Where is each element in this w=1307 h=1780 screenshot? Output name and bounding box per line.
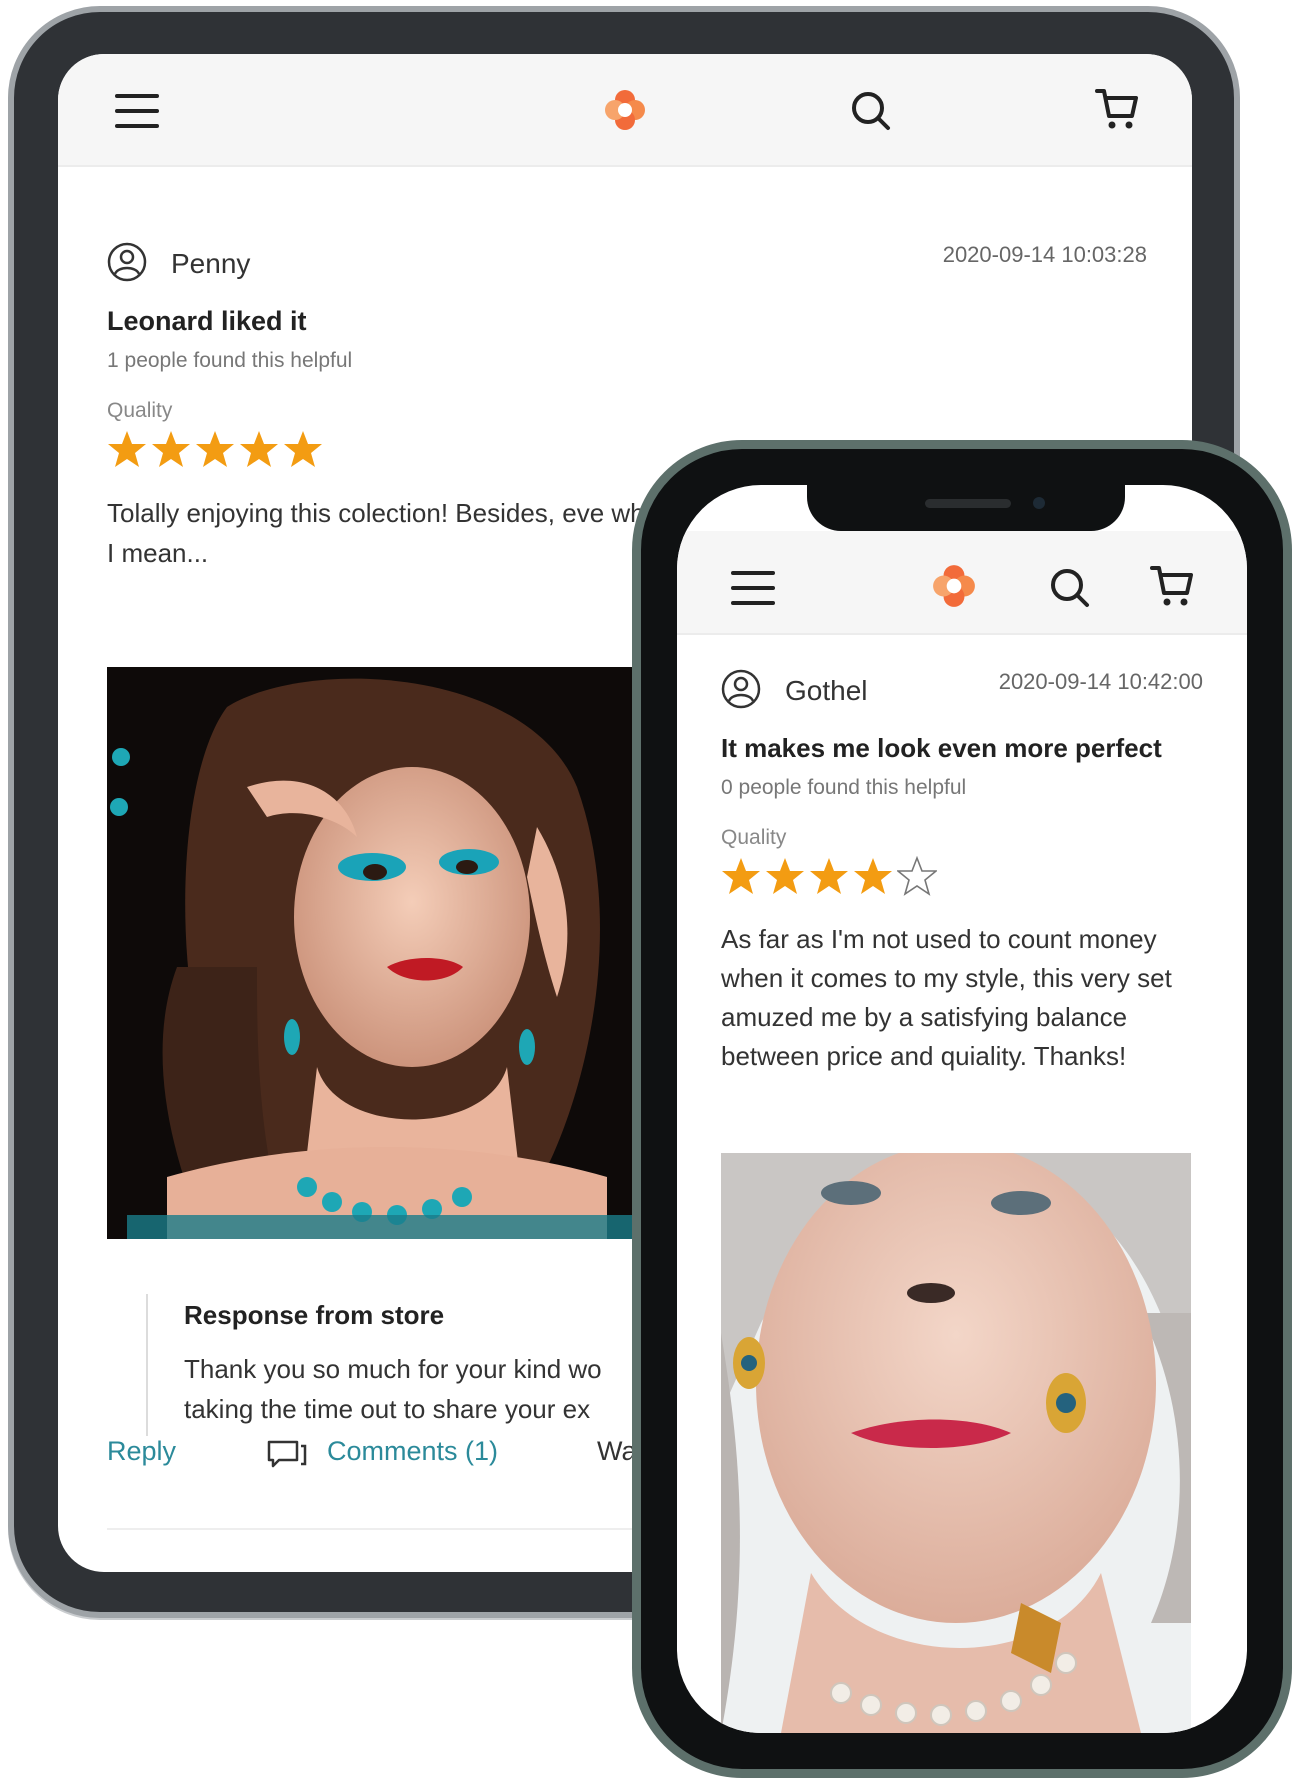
review-body: Tolally enjoying this colection! Besides…: [107, 498, 667, 568]
helpful-count: 0 people found this helpful: [721, 776, 967, 799]
star-filled-icon: [284, 431, 322, 467]
star-filled-icon: [854, 858, 892, 894]
review-date: 2020-09-14 10:42:00: [998, 669, 1203, 694]
star-filled-icon: [152, 431, 190, 467]
comments-link[interactable]: Comments (1): [327, 1436, 498, 1467]
flower-logo-icon[interactable]: [603, 88, 647, 136]
search-icon[interactable]: [1049, 567, 1091, 613]
review-photo[interactable]: [721, 1153, 1191, 1733]
hamburger-icon[interactable]: [115, 94, 159, 128]
review-date: 2020-09-14 10:03:28: [942, 242, 1147, 267]
quality-label: Quality: [107, 399, 173, 422]
star-filled-icon: [196, 431, 234, 467]
phone-header: [677, 531, 1247, 635]
reply-link[interactable]: Reply: [107, 1436, 176, 1467]
cart-icon[interactable]: [1094, 86, 1140, 136]
front-camera: [1033, 497, 1045, 509]
review-title: Leonard liked it: [107, 306, 307, 336]
star-filled-icon: [766, 858, 804, 894]
response-title: Response from store: [184, 1300, 445, 1330]
hamburger-icon[interactable]: [731, 571, 775, 605]
star-filled-icon: [810, 858, 848, 894]
search-icon[interactable]: [850, 90, 892, 136]
star-filled-icon: [108, 431, 146, 467]
phone-device: Gothel 2020-09-14 10:42:00 It makes me l…: [632, 440, 1292, 1778]
tablet-header: [58, 54, 1192, 167]
user-avatar-icon: [721, 669, 761, 713]
star-rating: [721, 856, 1203, 896]
star-filled-icon: [722, 858, 760, 894]
comments-icon[interactable]: [265, 1436, 309, 1476]
quality-label: Quality: [721, 826, 787, 849]
phone-notch: [807, 485, 1125, 531]
review-user-row: Gothel 2020-09-14 10:42:00: [721, 669, 1203, 715]
helpful-count: 1 people found this helpful: [107, 349, 353, 372]
review-card: Gothel 2020-09-14 10:42:00 It makes me l…: [721, 669, 1203, 1076]
user-avatar-icon: [107, 242, 147, 286]
star-empty-icon: [897, 856, 937, 896]
review-username: Penny: [171, 248, 251, 279]
review-photo[interactable]: [107, 667, 667, 1239]
more-action[interactable]: Wa: [597, 1436, 637, 1467]
review-user-row: Penny 2020-09-14 10:03:28: [107, 242, 1147, 288]
store-response: Response from store Thank you so much fo…: [146, 1294, 706, 1436]
review-title: It makes me look even more perfect: [721, 733, 1162, 763]
review-actions: Reply Comments (1) Wa: [107, 1436, 667, 1476]
review-username: Gothel: [785, 675, 868, 706]
cart-icon[interactable]: [1149, 563, 1195, 613]
phone-screen: Gothel 2020-09-14 10:42:00 It makes me l…: [677, 485, 1247, 1733]
response-body: Thank you so much for your kind wo takin…: [184, 1354, 602, 1424]
speaker-grille: [925, 499, 1011, 508]
flower-logo-icon[interactable]: [931, 563, 977, 613]
star-filled-icon: [240, 431, 278, 467]
review-body: As far as I'm not used to count money wh…: [721, 924, 1172, 1071]
